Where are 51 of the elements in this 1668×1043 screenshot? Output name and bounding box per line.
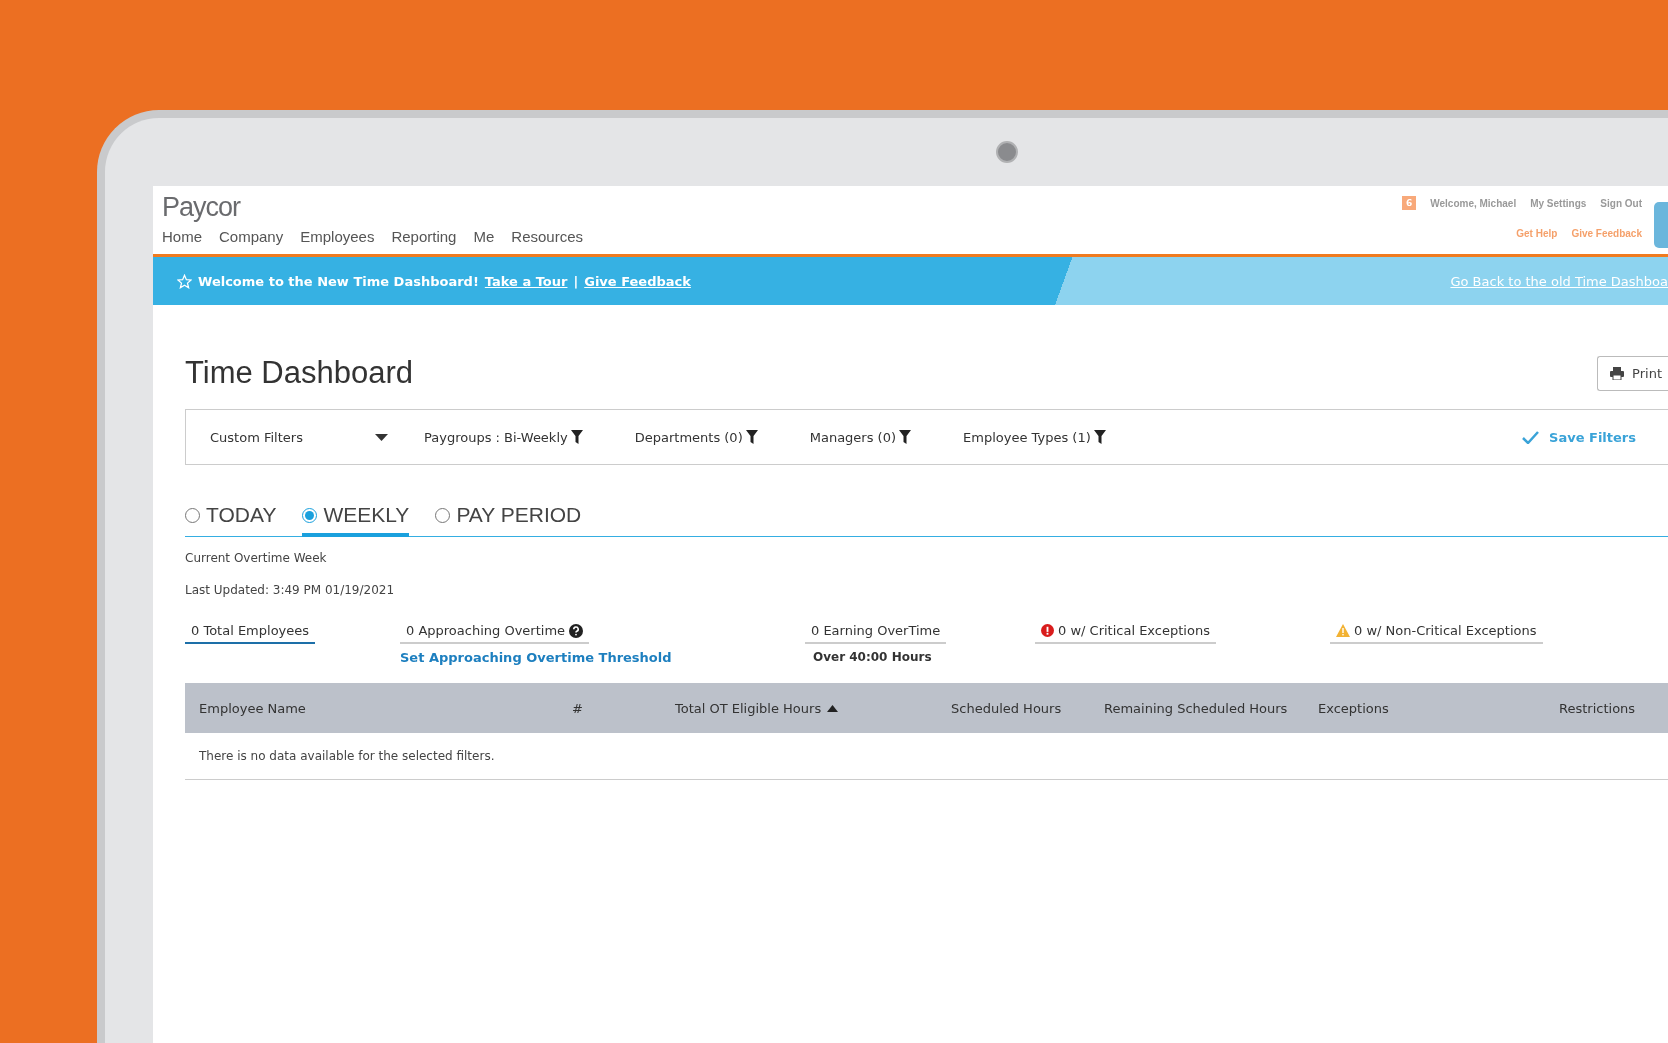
threshold-link[interactable]: Set Approaching Overtime Threshold: [400, 650, 672, 665]
nav-link[interactable]: Me: [473, 228, 495, 245]
nav-link[interactable]: Company: [219, 228, 284, 245]
column-header[interactable]: #: [572, 700, 675, 716]
page-title: Time Dashboard: [185, 355, 413, 391]
help-icon: [569, 623, 584, 638]
stat-tab[interactable]: 0 w/ Non-Critical Exceptions: [1330, 623, 1543, 644]
filter-button[interactable]: Paygroups : Bi-Weekly: [424, 429, 583, 445]
nav-link[interactable]: Employees: [300, 228, 375, 245]
nav-link[interactable]: Home: [162, 228, 202, 245]
column-header[interactable]: Scheduled Hours: [951, 700, 1104, 716]
column-header[interactable]: Total OT Eligible Hours: [675, 700, 951, 716]
printer-icon: [1610, 366, 1625, 380]
warning-icon: [1336, 624, 1350, 637]
custom-filters-dropdown[interactable]: Custom Filters: [210, 429, 388, 445]
empty-message: There is no data available for the selected filters.: [185, 733, 1668, 780]
print-button[interactable]: Print: [1597, 355, 1668, 391]
period-tab[interactable]: TODAY: [185, 503, 277, 537]
stat-tab[interactable]: 0 Earning OverTime: [805, 623, 947, 644]
nav-link[interactable]: Resources: [511, 228, 583, 245]
filter-icon: [899, 430, 912, 444]
sort-up-icon: [827, 704, 839, 712]
chat-tab[interactable]: [1654, 202, 1668, 248]
link-separator: |: [573, 273, 579, 289]
filter-button[interactable]: Employee Types (1): [963, 429, 1106, 445]
period-label: Current Overtime Week: [185, 551, 328, 565]
error-icon: [1041, 624, 1054, 637]
hours-note: Over 40:00 Hours: [812, 650, 932, 664]
last-updated: Last Updated: 3:49 PM 01/19/2021: [185, 583, 396, 597]
check-icon: [1522, 430, 1540, 444]
filter-icon: [570, 430, 583, 444]
period-tab[interactable]: PAY PERIOD: [435, 503, 582, 537]
period-tab[interactable]: WEEKLY: [302, 503, 410, 537]
notification-badge: 6: [1401, 196, 1417, 210]
filter-button[interactable]: Managers (0): [809, 429, 912, 445]
filter-icon: [1093, 430, 1106, 444]
nav-link[interactable]: Reporting: [391, 228, 457, 245]
logo: Paycor: [162, 192, 242, 222]
column-header[interactable]: Remaining Scheduled Hours: [1104, 700, 1318, 716]
stat-tab[interactable]: 0 Approaching Overtime: [400, 623, 590, 644]
column-header[interactable]: Exceptions: [1318, 700, 1559, 716]
stat-tab[interactable]: 0 w/ Critical Exceptions: [1035, 623, 1216, 644]
filter-icon: [745, 430, 758, 444]
camera-lens: [995, 141, 1018, 163]
stat-tab[interactable]: 0 Total Employees: [185, 623, 316, 644]
banner-message: Welcome to the New Time Dashboard!: [198, 273, 479, 289]
column-header[interactable]: Employee Name: [199, 700, 572, 716]
column-header[interactable]: Restrictions: [1559, 700, 1668, 716]
filter-button[interactable]: Departments (0): [634, 429, 758, 445]
star-icon: [177, 273, 192, 289]
caret-icon: [375, 433, 388, 441]
